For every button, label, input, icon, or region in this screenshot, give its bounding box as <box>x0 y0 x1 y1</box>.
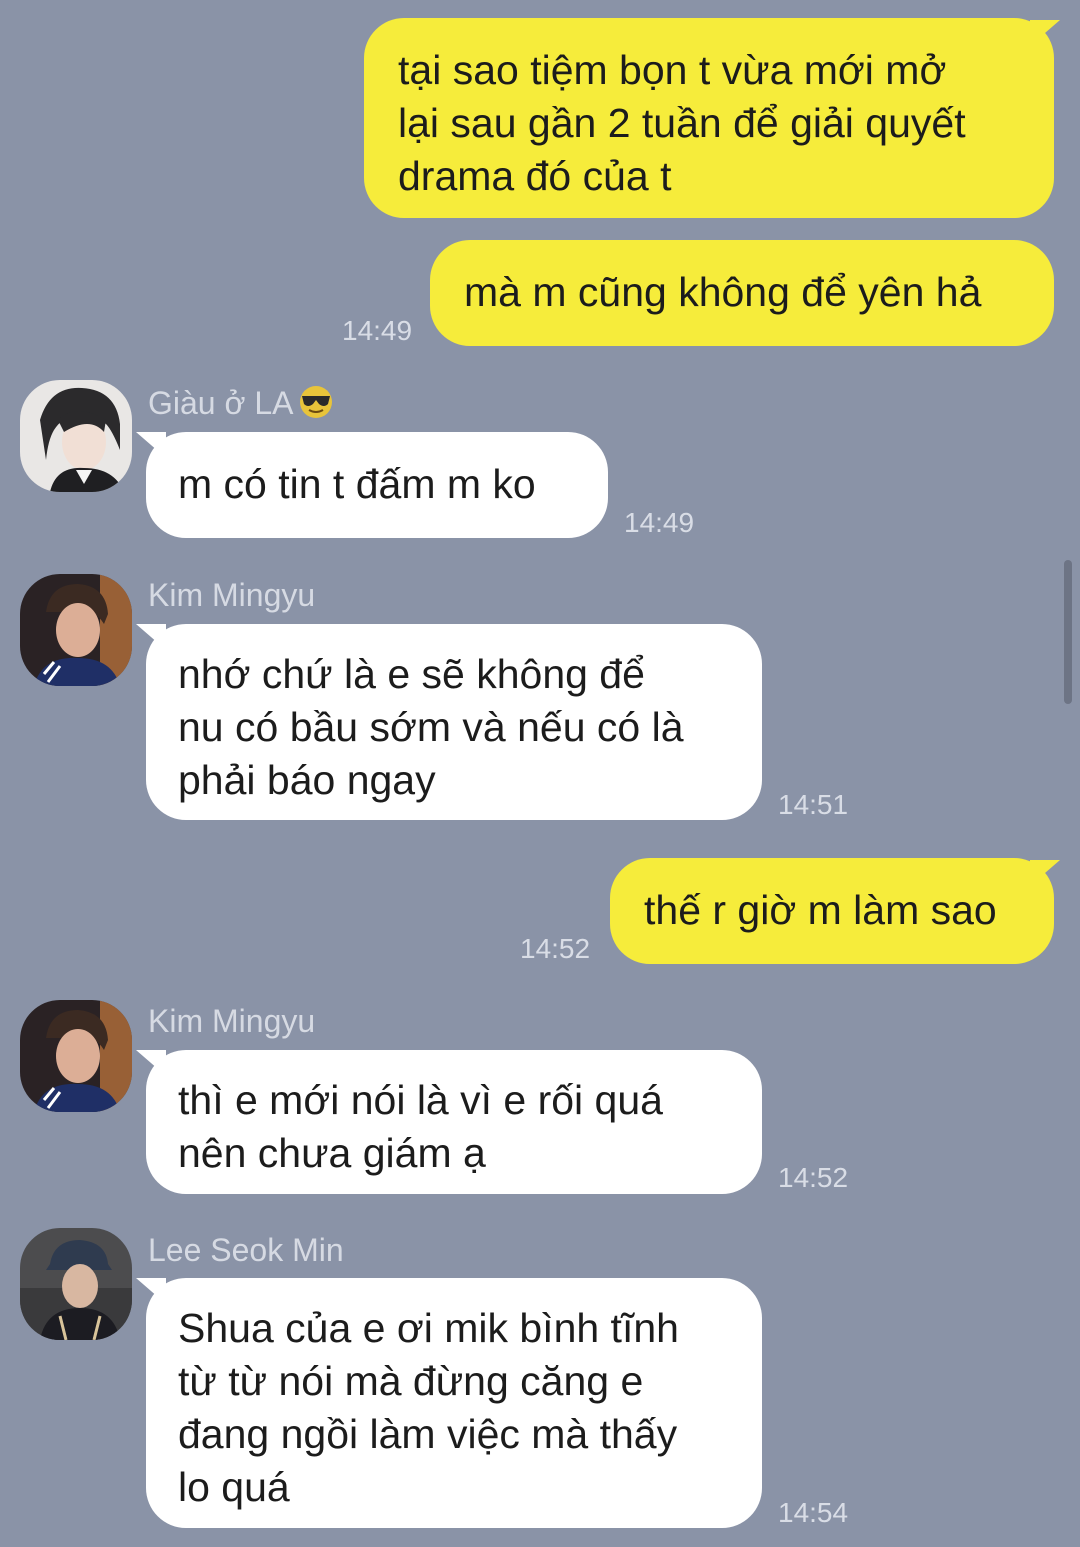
incoming-message-bubble[interactable]: thì e mới nói là vì e rối quá nên chưa g… <box>146 1050 762 1194</box>
outgoing-message-bubble[interactable]: tại sao tiệm bọn t vừa mới mở lại sau gầ… <box>364 18 1054 218</box>
sender-name: Lee Seok Min <box>148 1232 344 1268</box>
avatar-mingyu <box>20 574 132 686</box>
sender-name: Giàu ở LA <box>148 384 336 427</box>
outgoing-message-bubble[interactable]: thế r giờ m làm sao <box>610 858 1054 964</box>
incoming-message-bubble[interactable]: nhớ chứ là e sẽ không để nu có bầu sớm v… <box>146 624 762 820</box>
message-timestamp: 14:49 <box>342 315 413 346</box>
avatar[interactable] <box>20 574 132 686</box>
avatar[interactable] <box>20 380 132 492</box>
outgoing-message-bubble[interactable]: mà m cũng không để yên hả <box>430 240 1054 346</box>
message-timestamp: 14:52 <box>520 933 591 964</box>
incoming-message-bubble[interactable]: m có tin t đấm m ko <box>146 432 608 538</box>
bubble-tail <box>136 432 166 458</box>
avatar-giau <box>20 380 132 492</box>
bubble-tail <box>136 624 166 650</box>
incoming-message-bubble[interactable]: Shua của e ơi mik bình tĩnh từ từ nói mà… <box>146 1278 762 1528</box>
sender-name: Kim Mingyu <box>148 577 316 613</box>
message-timestamp: 14:51 <box>778 789 849 820</box>
message-timestamp: 14:52 <box>778 1162 849 1193</box>
sender-name: Kim Mingyu <box>148 1003 316 1039</box>
message-timestamp: 14:54 <box>778 1497 849 1528</box>
avatar[interactable] <box>20 1000 132 1112</box>
sender-name-text: Giàu ở LA <box>148 385 294 421</box>
bubble-tail <box>136 1278 166 1304</box>
sunglasses-emoji-icon <box>296 384 336 427</box>
avatar-seokmin <box>20 1228 132 1340</box>
message-timestamp: 14:49 <box>624 507 695 538</box>
chat-message-list[interactable]: tại sao tiệm bọn t vừa mới mở lại sau gầ… <box>0 0 1080 1547</box>
bubble-tail <box>136 1050 166 1076</box>
bubble-tail <box>1030 860 1060 886</box>
avatar[interactable] <box>20 1228 132 1340</box>
avatar-mingyu <box>20 1000 132 1112</box>
bubble-tail <box>1030 20 1060 46</box>
scrollbar[interactable] <box>1064 560 1072 704</box>
